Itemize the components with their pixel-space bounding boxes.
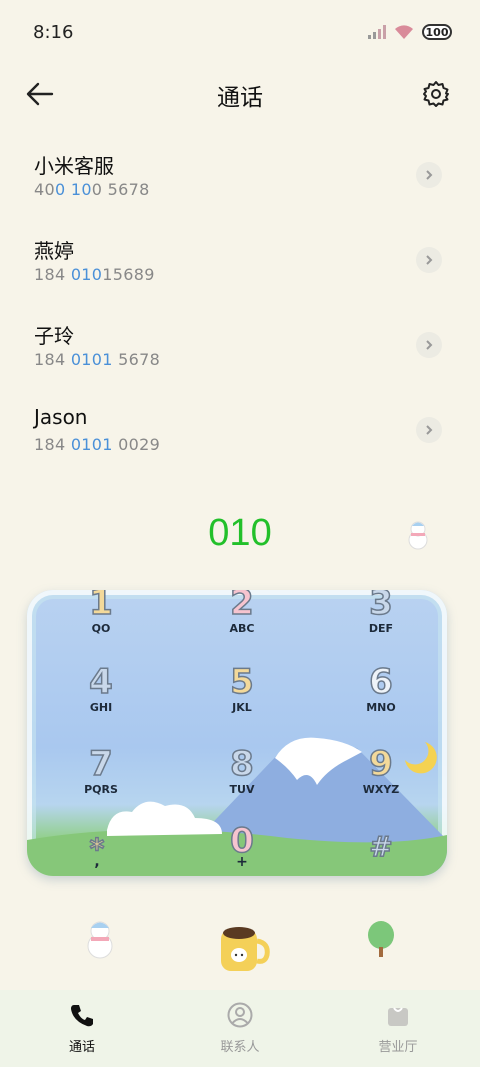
contact-row[interactable]: 燕婷 184 01015689 — [0, 215, 480, 300]
contact-detail-button[interactable] — [416, 247, 442, 273]
dial-key-letters: WXYZ — [362, 783, 400, 796]
contact-detail-button[interactable] — [416, 332, 442, 358]
status-time: 8:16 — [33, 22, 74, 43]
gear-icon[interactable] — [422, 80, 450, 108]
dial-key-letters: DEF — [368, 622, 394, 635]
dial-key-digit: 4 — [88, 662, 113, 702]
dial-key-hash[interactable]: # — [321, 828, 441, 866]
decoration-row — [0, 915, 480, 975]
person-icon — [227, 1002, 253, 1028]
dial-key-letters: TUV — [229, 783, 255, 796]
contact-list: 小米客服 400 100 5678 燕婷 184 01015689 子玲 184… — [0, 130, 480, 470]
dial-key-letters: MNO — [366, 701, 396, 714]
contact-number: 184 0101 0029 — [34, 435, 161, 454]
status-bar: 8:16 100 — [0, 0, 480, 68]
dial-key-letters: JKL — [232, 701, 252, 714]
contact-number: 184 01015689 — [34, 265, 155, 284]
dial-key-5[interactable]: 5 JKL — [182, 662, 302, 714]
dial-key-letters: , — [94, 854, 100, 870]
dial-key-1[interactable]: 1 QO — [41, 590, 161, 635]
tab-contacts[interactable]: 联系人 — [180, 1002, 300, 1055]
dial-key-0[interactable]: 0 + — [182, 821, 302, 870]
dial-key-letters: PQRS — [84, 783, 118, 796]
dial-key-digit: 1 — [88, 590, 113, 623]
contact-detail-button[interactable] — [416, 417, 442, 443]
wifi-icon — [395, 25, 413, 39]
dial-key-8[interactable]: 8 TUV — [182, 744, 302, 796]
contact-number: 184 0101 5678 — [34, 350, 161, 369]
dial-key-letters: ABC — [229, 622, 255, 635]
dial-key-digit: 7 — [88, 744, 113, 784]
dial-key-star[interactable]: * , — [37, 830, 157, 870]
page-title: 通话 — [217, 85, 263, 111]
chevron-right-icon — [426, 425, 433, 435]
tab-calls[interactable]: 通话 — [22, 1002, 142, 1055]
dial-key-letters: GHI — [89, 701, 113, 714]
tab-service-hall[interactable]: 营业厅 — [338, 1002, 458, 1055]
bag-icon — [388, 1007, 408, 1026]
chevron-right-icon — [426, 255, 433, 265]
dial-key-digit: 9 — [368, 744, 393, 784]
phone-icon — [71, 1005, 93, 1027]
signal-icon — [368, 25, 386, 39]
dial-key-2[interactable]: 2 ABC — [182, 590, 302, 635]
contact-detail-button[interactable] — [416, 162, 442, 188]
dial-key-digit: 5 — [229, 662, 254, 702]
dial-key-9[interactable]: 9 WXYZ — [321, 744, 441, 796]
dial-key-digit: 2 — [229, 590, 254, 623]
contact-row[interactable]: Jason 184 0101 0029 — [0, 385, 480, 470]
tab-label: 营业厅 — [378, 1040, 418, 1055]
voicemail-icon: QO — [91, 622, 111, 635]
chevron-right-icon — [426, 340, 433, 350]
dial-key-letters: + — [236, 854, 248, 870]
contact-name: 小米客服 — [34, 154, 114, 178]
dial-key-digit: 8 — [229, 744, 254, 784]
contact-row[interactable]: 小米客服 400 100 5678 — [0, 130, 480, 215]
dial-keypad: 1 QO 2 ABC 3 DEF 4 GHI 5 JKL 6 MNO 7 PQR… — [27, 590, 447, 876]
chevron-right-icon — [426, 170, 433, 180]
dial-key-6[interactable]: 6 MNO — [321, 662, 441, 714]
battery-indicator: 100 — [422, 24, 452, 40]
status-icons: 100 — [368, 24, 452, 40]
dial-key-4[interactable]: 4 GHI — [41, 662, 161, 714]
contact-number: 400 100 5678 — [34, 180, 150, 199]
contact-name: 燕婷 — [34, 239, 74, 263]
tab-label: 联系人 — [220, 1040, 260, 1055]
dial-key-digit: # — [369, 829, 394, 864]
tab-label: 通话 — [68, 1040, 95, 1055]
contact-name: Jason — [34, 405, 88, 429]
dial-key-3[interactable]: 3 DEF — [321, 590, 441, 635]
snowman-icon — [87, 921, 113, 959]
dial-key-7[interactable]: 7 PQRS — [41, 744, 161, 796]
tree-icon — [368, 921, 394, 957]
header: 通话 — [0, 70, 480, 120]
call-button-coffee-icon[interactable] — [215, 921, 271, 977]
bottom-tab-bar: 通话 联系人 营业厅 — [0, 990, 480, 1067]
contact-name: 子玲 — [34, 324, 74, 348]
dial-key-digit: 3 — [368, 590, 393, 623]
snowman-icon[interactable] — [405, 520, 431, 550]
contact-row[interactable]: 子玲 184 0101 5678 — [0, 300, 480, 385]
dial-key-digit: 6 — [368, 662, 393, 702]
